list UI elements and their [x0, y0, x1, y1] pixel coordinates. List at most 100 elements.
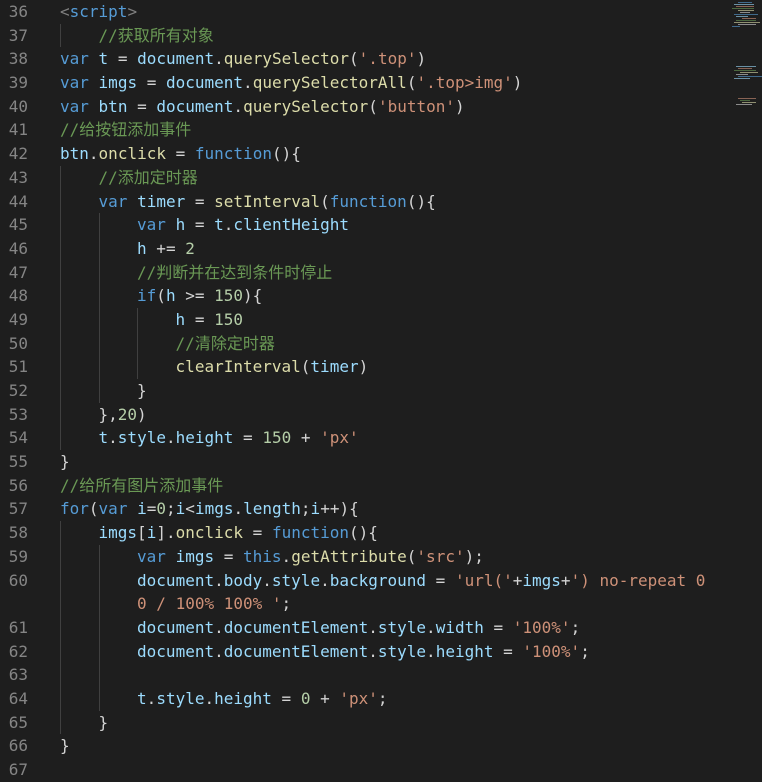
code-line[interactable]: 46 h += 2 — [0, 236, 730, 261]
line-number: 43 — [8, 167, 28, 187]
code-token: 'px' — [339, 688, 378, 708]
code-token: . — [368, 641, 378, 661]
line-number: 64 — [8, 688, 28, 708]
code-line[interactable]: 42 btn.onclick = function(){ — [0, 142, 730, 166]
code-line[interactable]: 67 — [0, 758, 730, 782]
code-token: } — [98, 712, 109, 732]
indent-guide — [60, 521, 61, 545]
minimap[interactable] — [732, 0, 762, 140]
indent-guide — [98, 663, 100, 687]
code-area[interactable]: 36 <script> 37//获取所有对象 38 var t = document.q… — [0, 0, 730, 782]
code-token: > — [127, 2, 138, 21]
code-line[interactable]: 58 imgs[i].onclick = function(){ — [0, 521, 730, 545]
code-line[interactable]: 48 if(h >= 150){ — [0, 284, 730, 308]
code-token: ; — [570, 617, 581, 637]
code-token: = — [233, 428, 263, 448]
code-token: ++){ — [320, 499, 359, 519]
minimap-line — [734, 78, 750, 79]
code-token: t — [98, 49, 109, 69]
code-token: ') no-repeat 0 — [570, 570, 706, 590]
code-line[interactable]: 60 document.body.style.background = 'url(… — [0, 568, 730, 593]
code-token: ); — [464, 546, 484, 566]
code-token: i — [310, 499, 321, 519]
code-text: //清除定时器 — [176, 332, 275, 356]
code-line[interactable]: 66} — [0, 734, 730, 758]
code-line[interactable]: 45 var h = t.clientHeight — [0, 213, 730, 237]
code-token: 150 — [214, 286, 244, 306]
code-line[interactable]: 65} — [0, 710, 730, 735]
line-number: 65 — [8, 712, 28, 732]
line-number: 59 — [8, 546, 28, 566]
code-token: . — [243, 73, 253, 93]
indent-guide — [98, 544, 100, 569]
code-token: ; — [166, 499, 176, 519]
code-line[interactable]: 0 / 100% 100% '; — [0, 592, 730, 616]
code-line[interactable]: 43 //添加定时器 — [0, 165, 730, 190]
minimap-line — [740, 72, 758, 73]
code-token: . — [233, 499, 244, 519]
indent-guide — [98, 331, 100, 356]
code-token: '.top' — [358, 49, 417, 69]
line-number: 40 — [8, 96, 28, 116]
line-number: 48 — [8, 286, 28, 306]
code-token: ( — [320, 191, 330, 211]
code-line[interactable]: 49 h = 150 — [0, 307, 730, 332]
code-line[interactable]: 57 for(var i=0;i<imgs.length;i++){ — [0, 497, 730, 521]
code-token: = — [108, 49, 138, 69]
code-token: = — [483, 617, 513, 637]
code-editor[interactable]: 36 <script> 37//获取所有对象 38 var t = document.q… — [0, 0, 762, 782]
code-line[interactable]: 64 t.style.height = 0 + 'px'; — [0, 686, 730, 711]
code-token: h — [165, 286, 176, 306]
indent-guide — [60, 307, 61, 332]
code-line[interactable]: 36 <script> — [0, 0, 730, 24]
indent-guide — [60, 426, 61, 451]
indent-guide — [60, 544, 61, 569]
code-token: //给按钮添加事件 — [60, 120, 192, 140]
code-line[interactable]: 55} — [0, 450, 730, 474]
code-token: querySelectorAll — [252, 73, 407, 93]
code-line[interactable]: 51 clearInterval(timer) — [0, 355, 730, 379]
code-line[interactable]: 52} — [0, 379, 730, 403]
code-token: 20 — [117, 404, 138, 424]
code-line[interactable]: 41 //给按钮添加事件 — [0, 118, 730, 142]
code-token: . — [146, 688, 157, 708]
line-number: 42 — [8, 144, 28, 164]
code-token: h — [137, 238, 147, 258]
code-line[interactable]: 47 //判断并在达到条件时停止 — [0, 260, 730, 285]
code-token: . — [214, 617, 224, 637]
code-line[interactable]: 59 var imgs = this.getAttribute('src'); — [0, 544, 730, 569]
code-line[interactable]: 37 //获取所有对象 — [0, 23, 730, 48]
code-token: style — [156, 688, 205, 708]
code-token: h — [175, 309, 186, 329]
code-line[interactable]: 53},20) — [0, 402, 730, 427]
indent-guide — [60, 331, 61, 356]
minimap-line — [738, 68, 752, 69]
code-line[interactable]: 54 t.style.height = 150 + 'px' — [0, 426, 730, 451]
code-token: + — [560, 570, 571, 590]
code-token: = — [214, 546, 244, 566]
code-line[interactable]: 61 document.documentElement.style.width =… — [0, 615, 730, 640]
code-token: imgs — [194, 499, 234, 519]
line-number: 58 — [8, 523, 28, 543]
code-text: var btn = document.querySelector('button… — [60, 95, 465, 119]
code-line[interactable]: 38 var t = document.querySelector('.top') — [0, 47, 730, 71]
code-line[interactable]: 62 document.documentElement.style.height … — [0, 639, 730, 664]
code-token: } — [137, 381, 147, 400]
minimap-line — [732, 26, 740, 27]
code-line[interactable]: 44 var timer = setInterval(function(){ — [0, 189, 730, 214]
code-line[interactable]: 56 //给所有图片添加事件 — [0, 474, 730, 498]
line-number: 50 — [8, 333, 28, 353]
code-line[interactable]: 50 //清除定时器 — [0, 331, 730, 356]
code-token: t — [214, 215, 224, 235]
code-token: imgs — [175, 546, 215, 566]
code-line[interactable]: 40 var btn = document.querySelector('butt… — [0, 95, 730, 119]
indent-guide — [60, 284, 61, 308]
code-token: + — [310, 688, 340, 708]
code-text: t.style.height = 0 + 'px'; — [137, 687, 388, 711]
code-line[interactable]: 63 — [0, 663, 730, 687]
indent-guide — [98, 615, 100, 640]
code-token: this — [243, 546, 282, 566]
code-line[interactable]: 39 var imgs = document.querySelectorAll('… — [0, 71, 730, 95]
